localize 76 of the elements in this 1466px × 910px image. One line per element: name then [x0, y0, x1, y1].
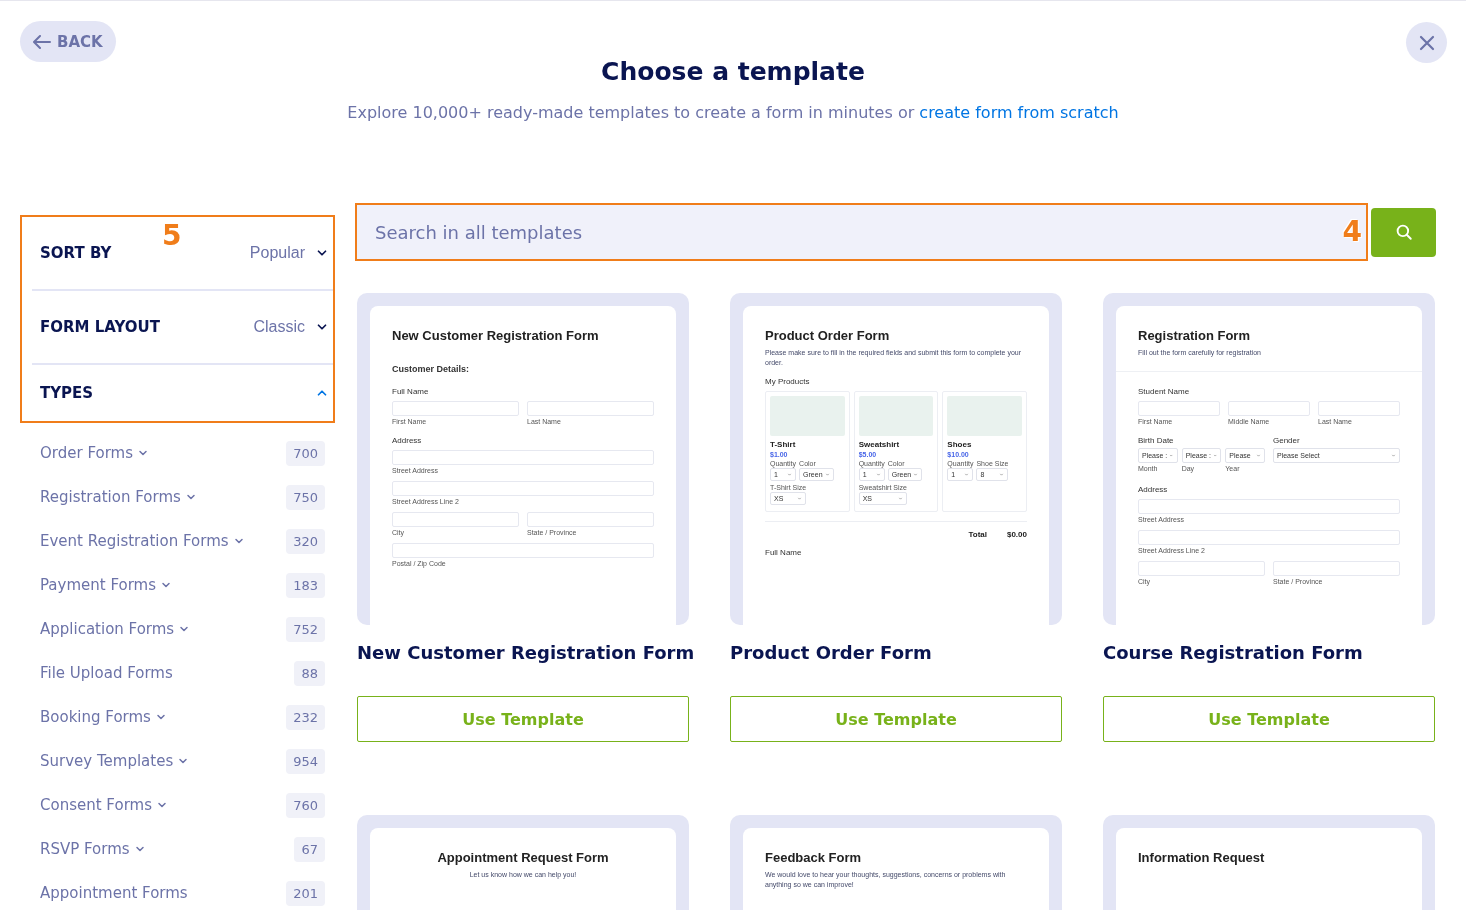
- count-badge: 201: [286, 880, 325, 906]
- page-title: Choose a template: [601, 57, 865, 86]
- count-badge: 183: [286, 572, 325, 598]
- category-link[interactable]: Application Forms: [40, 620, 191, 638]
- caret-icon: [797, 495, 803, 501]
- count-badge: 320: [286, 528, 325, 554]
- count-badge: 67: [294, 836, 325, 862]
- form-title: Information Request: [1138, 850, 1266, 865]
- category-link[interactable]: Payment Forms: [40, 576, 173, 594]
- caret-icon: [999, 471, 1005, 477]
- search-button[interactable]: [1371, 207, 1436, 257]
- category-link[interactable]: Survey Templates: [40, 752, 190, 770]
- product-name: T-Shirt: [769, 439, 797, 449]
- count-badge: 954: [286, 748, 325, 774]
- annotation-number: 4: [1342, 215, 1362, 248]
- field-label: Address: [392, 436, 423, 445]
- template-preview[interactable]: Information Request: [1103, 815, 1435, 910]
- filter-dropdown[interactable]: FORM LAYOUT Classic: [32, 291, 333, 365]
- types-toggle[interactable]: TYPES: [32, 365, 333, 421]
- template-name: Product Order Form: [730, 642, 933, 663]
- total-value: $0.00: [1006, 529, 1027, 539]
- back-button[interactable]: BACK: [20, 21, 116, 62]
- caret-icon: [875, 471, 881, 477]
- count-badge: 752: [286, 616, 325, 642]
- count-badge: 750: [286, 484, 325, 510]
- count-badge: 760: [286, 792, 325, 818]
- count-badge: 232: [286, 704, 325, 730]
- section-heading: Customer Details:: [392, 364, 471, 374]
- page-subtitle: Explore 10,000+ ready-made templates to create a form in minutes or create form from scratch: [347, 103, 1119, 122]
- product-name: Shoes: [946, 439, 973, 449]
- search-icon: [1394, 223, 1413, 241]
- caret-icon: [1169, 452, 1174, 458]
- category-link[interactable]: Booking Forms: [40, 708, 167, 726]
- caret-icon: [1212, 452, 1218, 458]
- caret-icon: [824, 471, 830, 477]
- create-from-scratch-link[interactable]: create form from scratch: [919, 103, 1119, 122]
- annotation-number: 5: [162, 219, 182, 252]
- category-link[interactable]: Registration Forms: [40, 488, 197, 506]
- form-title: Appointment Request Form: [436, 850, 610, 865]
- use-template-button[interactable]: Use Template: [1103, 696, 1435, 742]
- caret-icon: [913, 471, 919, 477]
- count-badge: 700: [286, 440, 325, 466]
- arrow-left-icon: [33, 34, 51, 49]
- category-link[interactable]: RSVP Forms: [40, 840, 146, 858]
- caret-icon: [787, 471, 793, 477]
- total-label: Total: [968, 529, 987, 539]
- field-label: Student Name: [1138, 386, 1191, 396]
- category-link[interactable]: File Upload Forms: [40, 664, 173, 682]
- field-label: My Products: [765, 376, 811, 386]
- count-badge: 88: [294, 660, 325, 686]
- caret-icon: [897, 495, 903, 501]
- template-name: Course Registration Form: [1103, 642, 1364, 663]
- form-title: Product Order Form: [765, 328, 891, 343]
- use-template-button[interactable]: Use Template: [730, 696, 1062, 742]
- template-preview[interactable]: [1103, 293, 1435, 625]
- category-link[interactable]: Appointment Forms: [40, 884, 188, 902]
- product-name: Sweatshirt: [857, 439, 901, 449]
- close-button[interactable]: [1406, 22, 1447, 63]
- form-title: New Customer Registration Form: [392, 328, 600, 343]
- template-preview[interactable]: [730, 293, 1062, 625]
- category-link[interactable]: Consent Forms: [40, 796, 168, 814]
- search-field[interactable]: Search in all templates 4: [355, 203, 1368, 261]
- field-label: Gender: [1273, 435, 1301, 445]
- category-link[interactable]: Order Forms: [40, 444, 149, 462]
- caret-icon: [1391, 452, 1396, 458]
- category-link[interactable]: Event Registration Forms: [40, 532, 245, 550]
- form-title: Registration Form: [1138, 328, 1251, 343]
- field-label: Full Name: [392, 387, 430, 396]
- field-label: Full Name: [765, 547, 803, 557]
- caret-icon: [964, 471, 970, 477]
- use-template-button[interactable]: Use Template: [357, 696, 689, 742]
- close-icon: [1418, 34, 1435, 51]
- form-title: Feedback Form: [765, 850, 863, 865]
- field-label: Address: [1138, 484, 1169, 494]
- caret-icon: [1256, 452, 1261, 458]
- field-label: Birth Date: [1138, 435, 1175, 445]
